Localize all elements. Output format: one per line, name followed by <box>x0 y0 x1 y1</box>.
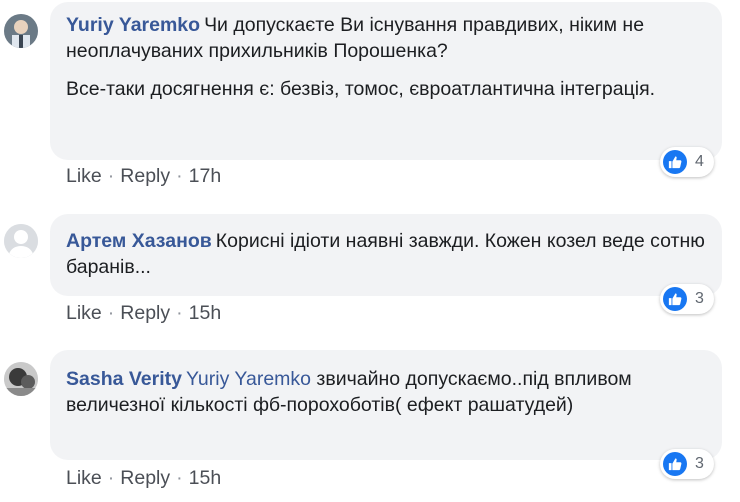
separator: · <box>176 467 183 489</box>
reply-link[interactable]: Reply <box>120 165 170 187</box>
comment-text: Артем Хазанов Корисні ідіоти наявні завжд… <box>66 228 706 280</box>
profile-photo-icon <box>4 14 38 48</box>
timestamp[interactable]: 17h <box>189 165 222 187</box>
like-link[interactable]: Like <box>66 467 102 489</box>
like-link[interactable]: Like <box>66 165 102 187</box>
avatar[interactable] <box>4 362 38 396</box>
default-avatar-icon <box>4 224 38 258</box>
reaction-count-badge[interactable]: 3 <box>660 449 714 479</box>
mention-link[interactable]: Yuriy Yaremko <box>186 368 311 390</box>
author-name[interactable]: Sasha Verity <box>66 368 182 390</box>
comment-bubble: Yuriy Yaremko Чи допускаєте Ви існування … <box>50 2 722 160</box>
like-link[interactable]: Like <box>66 302 102 324</box>
reply-link[interactable]: Reply <box>120 302 170 324</box>
comment-paragraph: Все-таки досягнення є: безвіз, томос, єв… <box>66 78 656 100</box>
comment-actions: Like · Reply · 15h <box>66 466 221 490</box>
reply-link[interactable]: Reply <box>120 467 170 489</box>
author-name[interactable]: Артем Хазанов <box>66 230 212 252</box>
separator: · <box>107 302 115 324</box>
separator: · <box>107 467 115 489</box>
comment-text: Yuriy Yaremko Чи допускаєте Ви існування … <box>66 12 706 64</box>
comment-actions: Like · Reply · 15h <box>66 301 221 325</box>
comment-bubble: Sasha Verity Yuriy Yaremko звичайно допус… <box>50 350 722 460</box>
reaction-count: 4 <box>695 153 704 170</box>
reaction-count: 3 <box>695 290 704 307</box>
comment-bubble: Артем Хазанов Корисні ідіоти наявні завжд… <box>50 214 722 296</box>
author-name[interactable]: Yuriy Yaremko <box>66 14 200 36</box>
timestamp[interactable]: 15h <box>189 302 222 324</box>
separator: · <box>176 165 183 187</box>
like-icon <box>663 452 687 476</box>
like-icon <box>663 150 687 174</box>
reaction-count-badge[interactable]: 3 <box>660 284 714 314</box>
like-icon <box>663 287 687 311</box>
reaction-count: 3 <box>695 455 704 472</box>
reaction-count-badge[interactable]: 4 <box>660 147 714 177</box>
separator: · <box>176 302 183 324</box>
comment-actions: Like · Reply · 17h <box>66 164 221 188</box>
avatar[interactable] <box>4 224 38 258</box>
avatar[interactable] <box>4 14 38 48</box>
timestamp[interactable]: 15h <box>189 467 222 489</box>
comment-text: Sasha Verity Yuriy Yaremko звичайно допус… <box>66 366 706 418</box>
separator: · <box>107 165 115 187</box>
profile-photo-icon <box>4 362 38 396</box>
